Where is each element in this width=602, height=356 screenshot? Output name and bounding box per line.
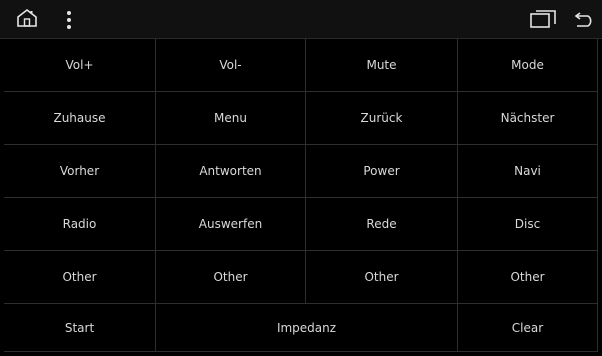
vorher-button[interactable]: Vorher [4, 145, 156, 198]
start-button[interactable]: Start [4, 304, 156, 352]
naechster-button[interactable]: Nächster [458, 92, 598, 145]
other-button-3[interactable]: Other [306, 251, 458, 304]
mode-button[interactable]: Mode [458, 39, 598, 92]
auswerfen-button[interactable]: Auswerfen [156, 198, 306, 251]
impedanz-button[interactable]: Impedanz [156, 304, 458, 352]
power-button[interactable]: Power [306, 145, 458, 198]
zuhause-button[interactable]: Zuhause [4, 92, 156, 145]
clear-button[interactable]: Clear [458, 304, 598, 352]
antworten-button[interactable]: Antworten [156, 145, 306, 198]
zurueck-button[interactable]: Zurück [306, 92, 458, 145]
vol-up-button[interactable]: Vol+ [4, 39, 156, 92]
rede-button[interactable]: Rede [306, 198, 458, 251]
top-bar [0, 0, 602, 39]
vol-down-button[interactable]: Vol- [156, 39, 306, 92]
other-button-2[interactable]: Other [156, 251, 306, 304]
back-icon[interactable] [574, 11, 596, 27]
more-vert-icon[interactable] [66, 9, 72, 31]
mute-button[interactable]: Mute [306, 39, 458, 92]
home-icon[interactable] [16, 8, 38, 28]
menu-button[interactable]: Menu [156, 92, 306, 145]
radio-button[interactable]: Radio [4, 198, 156, 251]
other-button-1[interactable]: Other [4, 251, 156, 304]
other-button-4[interactable]: Other [458, 251, 598, 304]
window-icon[interactable] [530, 10, 556, 28]
disc-button[interactable]: Disc [458, 198, 598, 251]
remote-button-grid: Vol+ Vol- Mute Mode Zuhause Menu Zurück … [4, 39, 598, 352]
navi-button[interactable]: Navi [458, 145, 598, 198]
